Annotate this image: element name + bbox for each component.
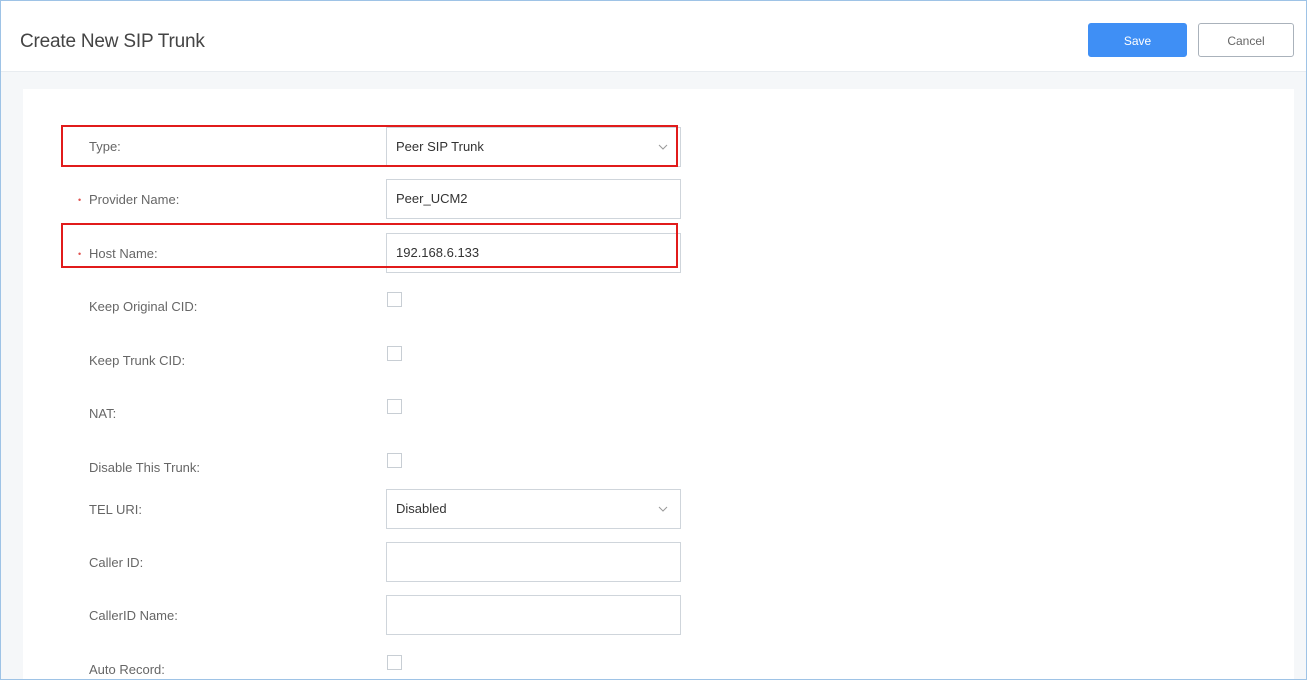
required-marker: • (78, 249, 82, 259)
type-select-value: Peer SIP Trunk (396, 139, 484, 154)
chevron-down-icon (658, 128, 668, 166)
nat-label: NAT: (89, 406, 117, 421)
page-title: Create New SIP Trunk (20, 31, 205, 52)
tel-uri-select-value: Disabled (396, 501, 447, 516)
tel-uri-label: TEL URI: (89, 502, 142, 517)
chevron-down-icon (658, 490, 668, 528)
provider-name-input[interactable]: Peer_UCM2 (386, 179, 681, 219)
auto-record-label: Auto Record: (89, 662, 165, 677)
keep-trunk-cid-checkbox[interactable] (387, 346, 402, 361)
auto-record-checkbox[interactable] (387, 655, 402, 670)
keep-original-cid-label: Keep Original CID: (89, 299, 198, 314)
disable-trunk-label: Disable This Trunk: (89, 460, 201, 475)
type-select[interactable]: Peer SIP Trunk (386, 127, 681, 167)
host-name-input[interactable]: 192.168.6.133 (386, 233, 681, 273)
caller-id-input[interactable] (386, 542, 681, 582)
disable-trunk-checkbox[interactable] (387, 453, 402, 468)
save-button[interactable]: Save (1088, 23, 1187, 57)
dialog-frame: Create New SIP Trunk Save Cancel Type: P… (0, 0, 1307, 680)
required-marker: • (78, 195, 82, 205)
caller-id-name-input[interactable] (386, 595, 681, 635)
provider-name-label: Provider Name: (89, 192, 180, 207)
keep-original-cid-checkbox[interactable] (387, 292, 402, 307)
cancel-button[interactable]: Cancel (1198, 23, 1294, 57)
tel-uri-select[interactable]: Disabled (386, 489, 681, 529)
keep-trunk-cid-label: Keep Trunk CID: (89, 353, 186, 368)
type-label: Type: (89, 139, 121, 154)
dialog-header: Create New SIP Trunk Save Cancel (1, 1, 1306, 72)
caller-id-name-label: CallerID Name: (89, 608, 178, 623)
form-panel (23, 89, 1294, 679)
caller-id-label: Caller ID: (89, 555, 144, 570)
nat-checkbox[interactable] (387, 399, 402, 414)
host-name-label: Host Name: (89, 246, 158, 261)
